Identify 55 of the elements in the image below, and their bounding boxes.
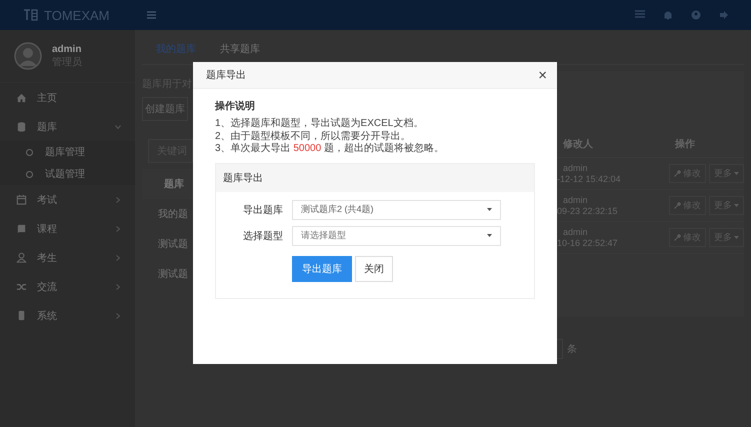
home-icon	[16, 92, 27, 103]
panel-title: 题库导出	[216, 164, 534, 192]
select-field[interactable]: 测试题库2 (共4题)	[292, 200, 501, 220]
calendar-icon	[16, 194, 27, 205]
sidebar-item[interactable]: 题库	[0, 112, 135, 141]
sidebar-item[interactable]: 考试	[0, 185, 135, 214]
close-dialog-button[interactable]: 关闭	[355, 256, 393, 282]
wrench-icon	[674, 202, 681, 209]
bell-icon[interactable]	[663, 10, 673, 20]
caret-icon	[734, 204, 739, 207]
phone-icon	[16, 310, 27, 321]
instruction-text: 3、单次最大导出 50000 题，超出的试题将被忽略。	[215, 143, 445, 156]
user-icon[interactable]	[691, 10, 701, 20]
field-label: 导出题库	[242, 204, 284, 216]
chevron-icon	[115, 284, 121, 290]
book-icon	[16, 223, 27, 234]
user-name: admin	[52, 44, 82, 54]
sidebar-item[interactable]: 系统	[0, 301, 135, 330]
chevron-icon	[115, 124, 121, 130]
wrench-icon	[674, 234, 681, 241]
logo-icon	[24, 9, 38, 21]
table-cell-text: 测试题	[157, 268, 189, 282]
sidebar-item[interactable]: 交流	[0, 272, 135, 301]
instruction-text: 1、选择题库和题型，导出试题为EXCEL文档。	[215, 118, 424, 130]
logout-icon[interactable]	[719, 10, 729, 20]
instruction-text: 2、由于题型模板不同，所以需要分开导出。	[215, 130, 412, 142]
sidebar-subitem[interactable]: 题库管理	[0, 141, 135, 163]
wrench-icon	[674, 170, 681, 177]
user-icon	[16, 252, 27, 263]
tab[interactable]: 共享题库	[220, 42, 260, 56]
caret-icon	[734, 172, 739, 175]
chevron-icon	[115, 226, 121, 232]
select-field[interactable]: 请选择题型	[292, 226, 501, 246]
chevron-icon	[115, 196, 121, 202]
close-button[interactable]: ×	[538, 68, 547, 82]
avatar-icon	[14, 42, 42, 70]
chevron-icon	[115, 312, 121, 318]
table-cell-text: 测试题	[157, 238, 189, 252]
caret-icon	[487, 234, 492, 237]
export-button[interactable]: 导出题库	[292, 256, 352, 282]
dialog-title: 题库导出	[206, 68, 247, 82]
table-cell-text: 我的题	[157, 208, 189, 222]
field-label: 选择题型	[242, 230, 284, 242]
menu-icon[interactable]	[147, 11, 156, 19]
caret-icon	[487, 208, 492, 211]
instructions-title: 操作说明	[215, 100, 256, 113]
caret-icon	[734, 236, 739, 239]
chevron-icon	[115, 254, 121, 260]
shuffle-icon	[16, 281, 27, 292]
database-icon	[16, 121, 27, 132]
sidebar-item[interactable]: 考生	[0, 243, 135, 272]
sidebar-subitem[interactable]: 试题管理	[0, 163, 135, 185]
list-icon[interactable]	[635, 10, 645, 20]
sidebar-item[interactable]: 课程	[0, 214, 135, 243]
sidebar-item[interactable]: 主页	[0, 83, 135, 112]
